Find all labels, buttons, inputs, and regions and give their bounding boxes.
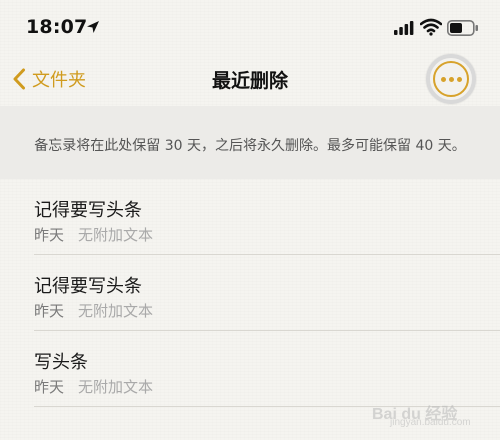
watermark-sub: jingyan.baidu.com: [390, 417, 471, 428]
battery-icon: [447, 20, 478, 36]
note-preview: 无附加文本: [78, 226, 154, 244]
notes-list: 记得要写头条 昨天 无附加文本 记得要写头条 昨天 无附加文本 写头条 昨天 无附加文…: [0, 179, 500, 407]
info-banner-text: 备忘录将在此处保留 30 天，之后将永久删除。最多可能保留 40 天。: [34, 138, 466, 154]
note-item[interactable]: 记得要写头条 昨天 无附加文本: [0, 255, 500, 331]
more-dot: [456, 76, 462, 82]
note-date: 昨天: [34, 226, 65, 244]
location-icon: [87, 21, 99, 33]
more-icon: [433, 61, 469, 97]
note-meta: 昨天 无附加文本: [34, 224, 153, 245]
note-date: 昨天: [34, 378, 65, 396]
more-dot: [448, 76, 454, 82]
note-item[interactable]: 记得要写头条 昨天 无附加文本: [0, 179, 500, 255]
note-date: 昨天: [34, 302, 65, 320]
navigation-bar: 文件夹 最近删除: [0, 52, 500, 106]
note-meta: 昨天 无附加文本: [34, 376, 153, 397]
watermark-logo: Bai du 经验 jingyan.baidu.com: [372, 400, 482, 430]
status-time: 18:07: [26, 16, 88, 38]
note-title: 记得要写头条: [34, 200, 142, 221]
note-preview: 无附加文本: [78, 302, 154, 320]
page-title: 最近删除: [211, 70, 288, 92]
status-bar: 18:07: [0, 0, 500, 52]
note-meta: 昨天 无附加文本: [34, 300, 153, 321]
note-title: 记得要写头条: [34, 276, 142, 297]
more-button[interactable]: [426, 54, 476, 104]
note-preview: 无附加文本: [78, 378, 154, 396]
note-item[interactable]: 写头条 昨天 无附加文本: [0, 331, 500, 407]
note-title: 写头条: [34, 352, 88, 373]
more-dot: [440, 76, 446, 82]
signal-icon: [394, 21, 414, 35]
wifi-icon: [420, 18, 442, 36]
info-banner: 备忘录将在此处保留 30 天，之后将永久删除。最多可能保留 40 天。: [0, 106, 500, 179]
